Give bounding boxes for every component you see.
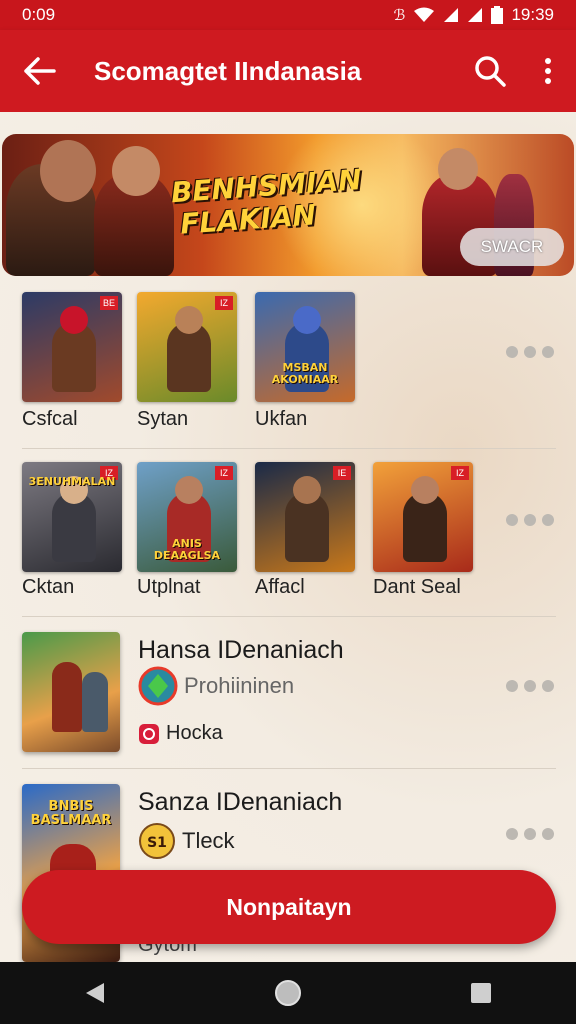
- instagram-icon: [139, 723, 159, 744]
- tile-caption: ANIS DEAAGLSA: [153, 537, 221, 562]
- tile-caption: 3ENUHMALAN: [28, 475, 116, 488]
- notification-icon: ℬ: [393, 7, 406, 24]
- game-tile[interactable]: BE: [22, 292, 122, 402]
- svg-text:S1: S1: [147, 835, 167, 851]
- row-more-button[interactable]: [506, 346, 554, 358]
- tile-badge: IE: [333, 466, 351, 480]
- tile-badge: IZ: [215, 296, 233, 310]
- game-tile[interactable]: IZ: [373, 462, 473, 572]
- tile-label: Dant Seal: [373, 576, 461, 598]
- more-vertical-icon: [545, 58, 551, 84]
- tile-figure-head: [175, 476, 203, 504]
- game-tile[interactable]: IE: [255, 462, 355, 572]
- game-logo-icon: S1: [139, 823, 175, 859]
- game-tile[interactable]: IZ ANIS DEAAGLSA: [137, 462, 237, 572]
- status-clock: 19:39: [511, 5, 554, 24]
- tile-label: Csfcal: [22, 408, 78, 430]
- row-divider: [22, 448, 556, 449]
- tile-label: Utplnat: [137, 576, 201, 598]
- banner-hero-2-head: [112, 146, 160, 196]
- game-row-2: IZ 3ENUHMALAN Cktan IZ ANIS DEAAGLSA Utp…: [0, 462, 576, 612]
- game-row-1: BE Csfcal IZ Sytan MSBAN AKOMIAAR Ukfan: [0, 292, 576, 442]
- list-thumbnail-caption: BNBIS BASLMAAR: [30, 799, 112, 828]
- tile-figure-head: [293, 306, 321, 334]
- signal-icon: [444, 8, 459, 22]
- search-icon: [475, 56, 506, 87]
- list-item-subtitle-row: Prohiininen: [138, 666, 294, 706]
- list-item[interactable]: Hansa IDenaniach Prohiininen Hocka: [0, 630, 576, 770]
- primary-action-button[interactable]: Nonpaitayn: [22, 870, 556, 944]
- content-area: BENHSMIAN FLAKIAN SWACR BE Csfcal IZ Syt…: [0, 112, 576, 962]
- list-item-meta: Hocka: [166, 722, 223, 744]
- arrow-left-icon: [24, 57, 56, 85]
- tile-label: Affacl: [255, 576, 305, 598]
- signal-icon-2: [468, 8, 483, 22]
- tile-label: Ukfan: [255, 408, 308, 430]
- system-nav-bar: [0, 962, 576, 1024]
- status-time: 0:09: [22, 5, 56, 24]
- game-tile[interactable]: IZ: [137, 292, 237, 402]
- tile-badge: IZ: [215, 466, 233, 480]
- back-button[interactable]: [0, 30, 80, 112]
- tile-figure-head: [175, 306, 203, 334]
- list-item-subtitle-row: S1 Tleck: [138, 822, 235, 860]
- tile-label: Sytan: [137, 408, 189, 430]
- game-tile[interactable]: MSBAN AKOMIAAR: [255, 292, 355, 402]
- tile-badge: IZ: [451, 466, 469, 480]
- list-item-title: Hansa IDenaniach: [138, 636, 344, 664]
- nav-back-icon[interactable]: [84, 981, 106, 1005]
- row-more-button[interactable]: [506, 514, 554, 526]
- list-item-more-button[interactable]: [506, 828, 554, 840]
- featured-banner[interactable]: BENHSMIAN FLAKIAN SWACR: [2, 134, 574, 276]
- tile-caption: MSBAN AKOMIAAR: [271, 361, 339, 386]
- game-logo-icon: [138, 666, 178, 706]
- wifi-icon: [414, 7, 435, 22]
- list-item-more-button[interactable]: [506, 680, 554, 692]
- list-thumbnail: [22, 632, 120, 752]
- search-button[interactable]: [460, 30, 520, 112]
- banner-search-chip[interactable]: SWACR: [460, 228, 564, 266]
- game-tile[interactable]: IZ 3ENUHMALAN: [22, 462, 122, 572]
- banner-title: BENHSMIAN FLAKIAN: [169, 162, 363, 241]
- nav-recents-icon[interactable]: [470, 982, 492, 1004]
- more-options-button[interactable]: [520, 30, 576, 112]
- list-item-subtitle: Prohiininen: [184, 673, 295, 698]
- tile-figure-head: [293, 476, 321, 504]
- tile-figure-head: [60, 306, 88, 334]
- banner-hero-1-head: [40, 140, 96, 202]
- row-divider: [22, 616, 556, 617]
- tile-badge: BE: [100, 296, 118, 310]
- app-bar: Scomagtet IIndanasia: [0, 30, 576, 112]
- tile-figure-head: [411, 476, 439, 504]
- status-icons: ℬ 19:39: [394, 5, 554, 25]
- banner-hero-3-head: [438, 148, 478, 190]
- tile-label: Cktan: [22, 576, 75, 598]
- list-item-subtitle: Tleck: [182, 828, 235, 853]
- nav-home-icon[interactable]: [274, 979, 302, 1007]
- list-item-title: Sanza IDenaniach: [138, 788, 343, 816]
- row-divider: [22, 768, 556, 769]
- battery-icon: [491, 6, 504, 24]
- status-bar: 0:09 ℬ 19:39: [0, 0, 576, 30]
- page-title: Scomagtet IIndanasia: [94, 55, 362, 86]
- list-item-meta-row: Hocka: [138, 722, 223, 745]
